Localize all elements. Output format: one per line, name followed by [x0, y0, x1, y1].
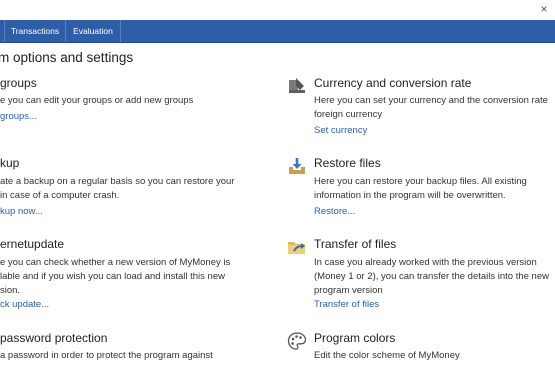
transfer-desc-2: (Money 1 or 2), you can transfer the det…	[314, 271, 549, 282]
currency-desc-1: Here you can set your currency and the c…	[314, 95, 548, 106]
restore-title: Restore files	[314, 156, 381, 170]
backup-desc-2: in case of a computer crash.	[0, 190, 120, 201]
check-update-link[interactable]: ck update...	[0, 299, 49, 310]
internetupdate-desc-3: sion.	[0, 285, 21, 296]
currency-desc-2: foreign currency	[314, 109, 383, 120]
groups-desc: e you can edit your groups or add new gr…	[0, 95, 194, 106]
currency-icon	[287, 76, 307, 96]
restore-icon	[287, 156, 307, 176]
close-icon[interactable]: ×	[537, 2, 551, 16]
password-title: password protection	[0, 331, 108, 345]
palette-icon	[287, 331, 307, 351]
transfer-title: Transfer of files	[314, 237, 397, 251]
page-title: m options and settings	[0, 50, 134, 65]
program-colors-desc: Edit the color scheme of MyMoney	[314, 350, 460, 361]
tab-transactions[interactable]: Transactions	[5, 20, 66, 42]
internetupdate-title: ernetupdate	[0, 237, 65, 251]
tab-evaluation-label: Evaluation	[73, 26, 113, 36]
tab-evaluation[interactable]: Evaluation	[66, 20, 121, 42]
window-top-strip: ×	[0, 0, 555, 20]
transfer-desc-3: program version	[314, 285, 383, 296]
restore-desc-2: information in the program will be overw…	[314, 190, 506, 201]
internetupdate-desc-1: e you can check whether a new version of…	[0, 257, 231, 268]
set-currency-link[interactable]: Set currency	[314, 125, 367, 136]
transfer-icon	[287, 237, 307, 257]
transfer-files-link[interactable]: Transfer of files	[314, 299, 379, 310]
password-desc: a password in order to protect the progr…	[0, 350, 213, 361]
tab-transactions-label: Transactions	[10, 26, 60, 36]
restore-link[interactable]: Restore...	[314, 206, 355, 217]
restore-desc-1: Here you can restore your backup files. …	[314, 176, 527, 187]
edit-groups-link[interactable]: groups...	[0, 111, 37, 122]
internetupdate-desc-2: lable and if you wish you can load and i…	[0, 271, 225, 282]
transfer-desc-1: In case you already worked with the prev…	[314, 257, 537, 268]
backup-now-link[interactable]: kup now...	[0, 206, 43, 217]
backup-desc-1: ate a backup on a regular basis so you c…	[0, 176, 235, 187]
groups-title: groups	[0, 76, 37, 90]
currency-title: Currency and conversion rate	[314, 76, 472, 90]
backup-title: kup	[0, 156, 20, 170]
program-colors-title: Program colors	[314, 331, 396, 345]
tab-bar: Transactions Evaluation	[0, 20, 555, 43]
